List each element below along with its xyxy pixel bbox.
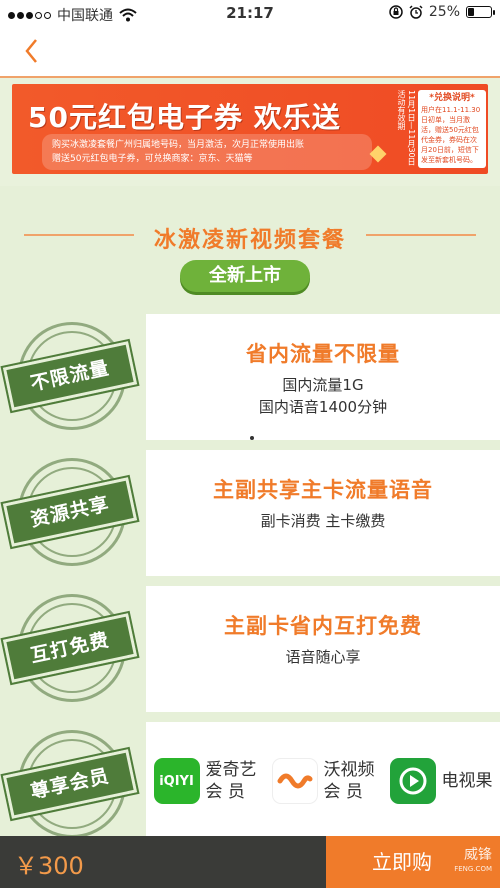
wo-video-logo-icon: [271, 758, 318, 804]
feature-card: 主副卡省内互打免费 语音随心享: [146, 586, 500, 712]
stamp-free-calls: 互打免费: [0, 586, 140, 716]
feature-row: 互打免费 主副卡省内互打免费 语音随心享: [0, 586, 500, 712]
member-name: 沃视频 会 员: [324, 759, 375, 803]
price: ￥300: [14, 852, 84, 880]
stamp-resource-sharing: 资源共享: [0, 450, 140, 580]
section-title: 冰激凌新视频套餐: [153, 228, 346, 253]
feature-detail: 国内流量1G 国内语音1400分钟: [146, 374, 500, 418]
feature-detail-line: 国内流量1G: [282, 376, 364, 394]
feature-card: 主副共享主卡流量语音 副卡消费 主卡缴费: [146, 450, 500, 576]
banner-title: 50元红包电子券 欢乐送: [28, 101, 341, 134]
chevron-left-icon: [25, 39, 37, 63]
feature-row: 资源共享 主副共享主卡流量语音 副卡消费 主卡缴费: [0, 450, 500, 576]
feature-card: 省内流量不限量 国内流量1G 国内语音1400分钟: [146, 314, 500, 440]
member-tv-guo[interactable]: 电视果: [389, 758, 493, 804]
promo-banner[interactable]: 50元红包电子券 欢乐送 购买冰激凌套餐广州归属地号码，当月激活，次月正常使用出…: [12, 84, 488, 174]
battery-percent: 25%: [428, 4, 460, 20]
page-dot: [250, 436, 254, 440]
member-name-line: 爱奇艺: [205, 760, 257, 780]
feature-detail: 副卡消费 主卡缴费: [260, 512, 386, 530]
feature-row: 尊享会员 iQIYI 爱奇艺 会 员 沃视频 会 员 电视果: [0, 722, 500, 838]
footer-bar: ￥300 立即购 威锋 FENG.COM: [0, 836, 500, 888]
banner-description: 购买冰激凌套餐广州归属地号码，当月激活，次月正常使用出账 赠送50元红包电子券，…: [42, 134, 372, 170]
member-name-line: 沃视频: [323, 760, 375, 780]
watermark-subtext: FENG.COM: [454, 865, 492, 873]
new-badge: 全新上市: [180, 260, 310, 292]
redeem-text: 用户在11.1-11.30日初单，当月激活，赠送50元红包代金券，券码在次月20…: [421, 106, 481, 164]
member-wo-video[interactable]: 沃视频 会 员: [271, 758, 375, 804]
member-name-line: 会 员: [323, 782, 363, 802]
redeem-title: *兑换说明*: [429, 93, 475, 103]
banner-desc-line: 赠送50元红包电子券，可兑换商家：京东、天猫等: [52, 154, 253, 164]
section-header: 冰激凌新视频套餐: [0, 212, 500, 253]
watermark-text: 威锋: [464, 847, 492, 863]
banner-date: 11月1日—11月30日 活动有效期: [397, 90, 416, 166]
member-name: 爱奇艺 会 员: [206, 759, 257, 803]
battery-icon: [466, 6, 495, 18]
iqiyi-logo-icon: iQIYI: [153, 758, 200, 804]
tv-guo-logo-icon: [389, 758, 436, 804]
divider: [366, 234, 476, 236]
feature-title: 主副共享主卡流量语音: [213, 478, 433, 502]
banner-desc-line: 购买冰激凌套餐广州归属地号码，当月激活，次月正常使用出账: [52, 140, 305, 150]
redeem-notice: *兑换说明* 用户在11.1-11.30日初单，当月激活，赠送50元红包代金券，…: [418, 90, 486, 168]
price-area: ￥300: [0, 836, 326, 888]
nav-bar: [0, 26, 500, 78]
member-name-line: 会 员: [205, 782, 245, 802]
membership-card: iQIYI 爱奇艺 会 员 沃视频 会 员 电视果: [146, 722, 500, 836]
package-content: 冰激凌新视频套餐 全新上市 不限流量 省内流量不限量 国内流量1G 国内语音14…: [0, 186, 500, 838]
member-name: 电视果: [441, 771, 493, 791]
alarm-icon: [409, 5, 423, 19]
feature-detail: 语音随心享: [285, 648, 361, 666]
buy-now-label: 立即购: [372, 850, 432, 874]
feature-title: 主副卡省内互打免费: [224, 614, 422, 638]
stamp-vip-membership: 尊享会员: [0, 722, 140, 852]
feature-row: 不限流量 省内流量不限量 国内流量1G 国内语音1400分钟: [0, 314, 500, 440]
watermark-logo: 威锋 FENG.COM: [454, 848, 492, 876]
banner-decoration: [369, 145, 387, 163]
back-button[interactable]: [18, 36, 48, 66]
buy-now-button[interactable]: 立即购 威锋 FENG.COM: [326, 836, 500, 888]
feature-title: 省内流量不限量: [246, 342, 400, 366]
status-right: 25%: [389, 4, 495, 20]
membership-list: iQIYI 爱奇艺 会 员 沃视频 会 员 电视果: [146, 722, 500, 804]
status-bar: 中国联通 21:17 25%: [0, 0, 500, 26]
stamp-unlimited-data: 不限流量: [0, 314, 140, 444]
feature-detail-line: 国内语音1400分钟: [258, 398, 388, 416]
orientation-lock-icon: [389, 5, 403, 19]
member-iqiyi[interactable]: iQIYI 爱奇艺 会 员: [153, 758, 257, 804]
